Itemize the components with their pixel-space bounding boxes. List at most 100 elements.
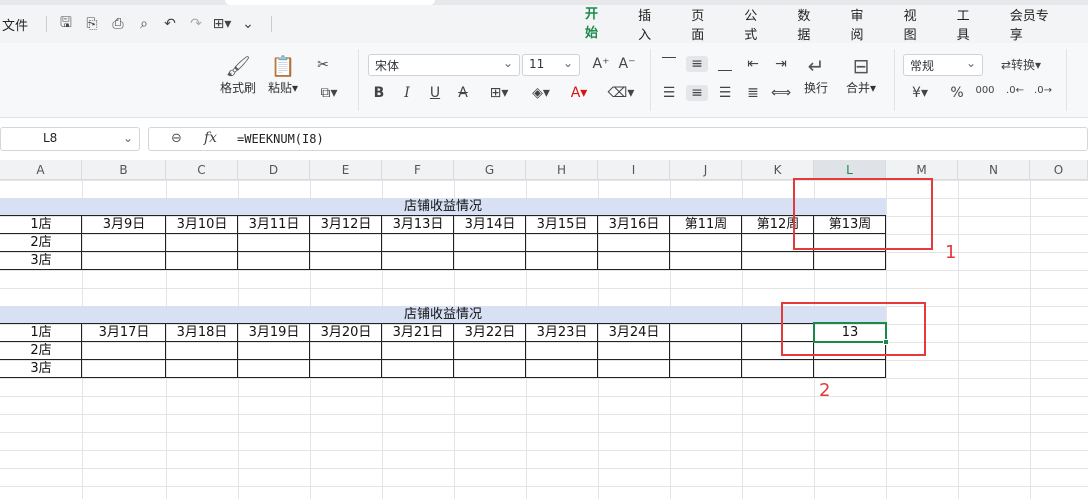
column-header-e[interactable]: E [310,160,382,180]
currency-icon[interactable]: ¥▾ [906,85,934,101]
table-row-label[interactable]: 3店 [0,360,82,378]
font-color-icon[interactable]: A▾ [562,85,596,101]
align-top-icon[interactable]: ⎺ [658,56,680,72]
align-left-icon[interactable]: ☰ [658,85,680,101]
column-header-c[interactable]: C [166,160,238,180]
border-icon[interactable]: ⊞▾ [482,85,516,101]
export-icon[interactable]: ⎘ [81,13,103,35]
column-header-d[interactable]: D [238,160,310,180]
print-preview-icon[interactable]: ⌕ [133,13,155,35]
fx-icon[interactable]: fx [204,130,217,146]
formula-text[interactable]: =WEEKNUM(I8) [237,132,324,146]
tab-review[interactable]: 审阅 [850,5,875,43]
table-header-cell[interactable]: 3月15日 [526,216,598,234]
column-header-g[interactable]: G [454,160,526,180]
table-header-cell[interactable]: 第11周 [670,216,742,234]
table-header-cell[interactable]: 3月9日 [82,216,166,234]
table-header-cell[interactable]: 3月17日 [82,324,166,342]
underline-icon[interactable]: U [424,85,446,101]
table-row-label[interactable]: 2店 [0,234,82,252]
copy-icon[interactable]: ⧉▾ [318,85,340,101]
italic-icon[interactable]: I [396,85,418,101]
font-name-select[interactable]: 宋体 ⌄ [368,54,520,76]
increase-font-icon[interactable]: A⁺ [590,56,612,72]
redo-icon[interactable]: ↷ [185,13,207,35]
spreadsheet-grid[interactable]: A B C D E F G H I J K L M N O 店铺收益情况 1店 3月9日 3月10日 3月11日 3月1… [0,160,1088,499]
clear-format-icon[interactable]: ⌫▾ [604,85,638,101]
align-right-icon[interactable]: ☰ [714,85,736,101]
column-header-l[interactable]: L [814,160,886,180]
tab-home[interactable]: 开始 [585,3,611,45]
align-middle-icon[interactable]: ≡ [686,56,708,72]
decrease-font-icon[interactable]: A⁻ [616,56,638,72]
table-header-cell[interactable]: 3月20日 [310,324,382,342]
table-header-cell[interactable]: 3月12日 [310,216,382,234]
align-center-icon[interactable]: ≡ [686,85,708,101]
align-bottom-icon[interactable]: ⎽ [714,56,736,72]
zoom-icon[interactable]: ⊖ [171,131,182,146]
table-header-cell[interactable]: 1店 [0,216,82,234]
table-header-cell[interactable] [670,324,742,342]
paste-button[interactable]: 📋 粘贴▾ [268,53,298,96]
file-menu[interactable]: 文件 [2,15,28,34]
column-header-m[interactable]: M [886,160,958,180]
table-header-cell[interactable]: 3月22日 [454,324,526,342]
column-header-j[interactable]: J [670,160,742,180]
number-format-select[interactable]: 常规 ⌄ [903,54,983,76]
table-header-cell[interactable]: 3月24日 [598,324,670,342]
table-header-cell[interactable]: 3月18日 [166,324,238,342]
table-header-cell[interactable]: 3月16日 [598,216,670,234]
table-header-cell[interactable]: 3月10日 [166,216,238,234]
column-header-h[interactable]: H [526,160,598,180]
save-icon[interactable]: 🖫 [55,13,77,35]
outdent-icon[interactable]: ⇤ [742,56,764,72]
table-border [237,215,238,270]
tab-tools[interactable]: 工具 [957,5,982,43]
fill-color-icon[interactable]: ◈▾ [524,85,558,101]
table-header-cell[interactable]: 1店 [0,324,82,342]
strikethrough-icon[interactable]: A [452,85,474,101]
name-box[interactable]: L8 ⌄ [0,127,140,151]
chevron-down-icon[interactable]: ⌄ [237,13,259,35]
wrap-text-button[interactable]: ↵ 换行 [804,53,828,96]
distribute-icon[interactable]: ⟺ [770,85,792,101]
decrease-decimal-icon[interactable]: .0→ [1032,85,1054,96]
column-header-n[interactable]: N [958,160,1030,180]
table-header-cell[interactable]: 3月13日 [382,216,454,234]
column-header-b[interactable]: B [82,160,166,180]
tab-formula[interactable]: 公式 [744,5,769,43]
tab-insert[interactable]: 插入 [638,5,663,43]
table-row-label[interactable]: 3店 [0,252,82,270]
tab-page[interactable]: 页面 [691,5,716,43]
convert-button[interactable]: ⇄转换▾ [990,56,1052,73]
table-header-cell[interactable]: 3月11日 [238,216,310,234]
undo-icon[interactable]: ↶ [159,13,181,35]
increase-decimal-icon[interactable]: .0← [1004,85,1026,96]
font-size-select[interactable]: 11 ⌄ [522,54,580,76]
tab-member[interactable]: 会员专享 [1010,5,1060,43]
merge-button[interactable]: ⊟ 合并▾ [846,53,876,96]
column-header-i[interactable]: I [598,160,670,180]
percent-icon[interactable]: % [946,85,968,101]
table-grid-icon[interactable]: ⊞▾ [211,13,233,35]
table-row-label[interactable]: 2店 [0,342,82,360]
table-border [525,323,526,378]
table-header-cell[interactable]: 3月19日 [238,324,310,342]
column-header-f[interactable]: F [382,160,454,180]
column-header-k[interactable]: K [742,160,814,180]
cut-icon[interactable]: ✂ [312,57,334,73]
table-header-cell[interactable]: 3月23日 [526,324,598,342]
print-icon[interactable]: ⎙ [107,13,129,35]
format-painter-button[interactable]: 🖌 格式刷 [220,53,256,96]
thousands-icon[interactable]: 000 [974,85,996,96]
tab-view[interactable]: 视图 [904,5,929,43]
column-header-a[interactable]: A [0,160,82,180]
justify-icon[interactable]: ≣ [742,85,764,101]
bold-icon[interactable]: B [368,85,390,101]
formula-input[interactable]: ⊖ fx =WEEKNUM(I8) [148,127,1088,151]
table-header-cell[interactable]: 3月14日 [454,216,526,234]
indent-icon[interactable]: ⇥ [770,56,792,72]
column-header-o[interactable]: O [1030,160,1088,180]
table-header-cell[interactable]: 3月21日 [382,324,454,342]
tab-data[interactable]: 数据 [797,5,822,43]
